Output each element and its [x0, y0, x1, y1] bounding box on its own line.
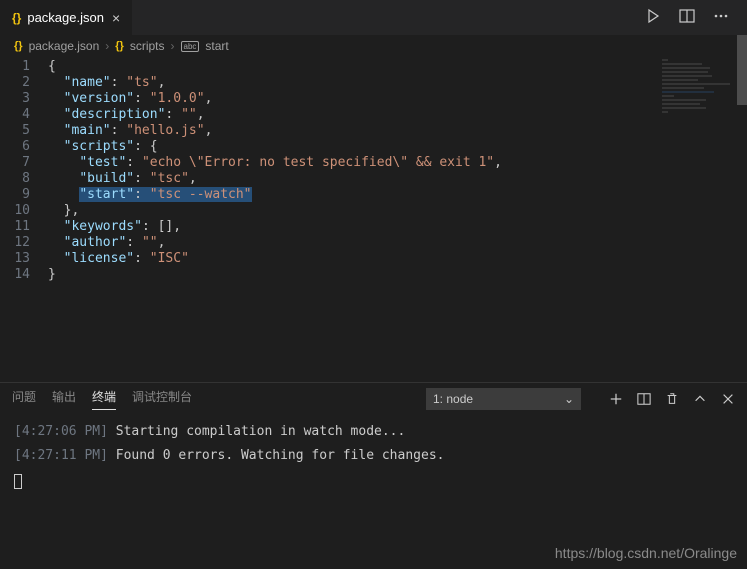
line-number: 8: [0, 171, 30, 187]
breadcrumb[interactable]: {} package.json › {} scripts › abc start: [0, 35, 747, 57]
run-icon[interactable]: [645, 8, 661, 27]
terminal[interactable]: [4:27:06 PM] Starting compilation in wat…: [0, 414, 747, 549]
code-line[interactable]: "test": "echo \"Error: no test specified…: [48, 155, 502, 171]
tab-output[interactable]: 输出: [52, 388, 76, 409]
abc-icon: abc: [181, 41, 200, 52]
line-number: 4: [0, 107, 30, 123]
chevron-right-icon: ›: [105, 39, 109, 53]
terminal-line: [4:27:06 PM] Starting compilation in wat…: [14, 422, 733, 442]
code-line[interactable]: },: [48, 203, 502, 219]
code-content[interactable]: { "name": "ts", "version": "1.0.0", "des…: [48, 57, 502, 382]
tab-debug[interactable]: 调试控制台: [132, 388, 192, 409]
close-icon[interactable]: ×: [110, 10, 122, 26]
tab-terminal[interactable]: 终端: [92, 388, 116, 410]
line-number: 2: [0, 75, 30, 91]
split-terminal-icon[interactable]: [637, 392, 651, 406]
code-line[interactable]: "name": "ts",: [48, 75, 502, 91]
watermark: https://blog.csdn.net/Oralinge: [555, 545, 737, 561]
line-number: 13: [0, 251, 30, 267]
tab-bar: {} package.json ×: [0, 0, 747, 35]
chevron-down-icon: ⌄: [564, 392, 574, 406]
line-number: 12: [0, 235, 30, 251]
tab-package-json[interactable]: {} package.json ×: [0, 0, 133, 35]
line-number: 14: [0, 267, 30, 283]
json-icon: {}: [12, 11, 21, 25]
line-number: 5: [0, 123, 30, 139]
code-line[interactable]: "author": "",: [48, 235, 502, 251]
terminal-selector[interactable]: 1: node ⌄: [426, 388, 581, 410]
code-line[interactable]: }: [48, 267, 502, 283]
tab-problems[interactable]: 问题: [12, 388, 36, 409]
line-number: 10: [0, 203, 30, 219]
panel-bar: 问题 输出 终端 调试控制台 1: node ⌄: [0, 382, 747, 414]
line-number: 7: [0, 155, 30, 171]
code-line[interactable]: "scripts": {: [48, 139, 502, 155]
line-number: 9: [0, 187, 30, 203]
terminal-cursor: [14, 470, 733, 496]
terminal-selector-label: 1: node: [433, 392, 473, 406]
code-line[interactable]: "keywords": [],: [48, 219, 502, 235]
chevron-up-icon[interactable]: [693, 392, 707, 406]
more-icon[interactable]: [713, 8, 729, 27]
breadcrumb-scripts: scripts: [130, 39, 165, 53]
code-line[interactable]: "main": "hello.js",: [48, 123, 502, 139]
editor-actions: [645, 8, 747, 27]
line-number: 11: [0, 219, 30, 235]
code-line[interactable]: "description": "",: [48, 107, 502, 123]
line-number: 6: [0, 139, 30, 155]
code-line[interactable]: {: [48, 59, 502, 75]
line-gutter: 1234567891011121314: [0, 57, 48, 382]
code-line[interactable]: "start": "tsc --watch": [48, 187, 502, 203]
scrollbar[interactable]: [737, 35, 747, 105]
new-terminal-icon[interactable]: [609, 392, 623, 406]
breadcrumb-start: start: [205, 39, 228, 53]
breadcrumb-file: package.json: [29, 39, 100, 53]
braces-icon: {}: [115, 40, 124, 52]
code-line[interactable]: "build": "tsc",: [48, 171, 502, 187]
close-panel-icon[interactable]: [721, 392, 735, 406]
trash-icon[interactable]: [665, 392, 679, 406]
tab-label: package.json: [27, 10, 104, 25]
json-icon: {}: [14, 40, 23, 52]
terminal-line: [4:27:11 PM] Found 0 errors. Watching fo…: [14, 446, 733, 466]
split-editor-icon[interactable]: [679, 8, 695, 27]
line-number: 1: [0, 59, 30, 75]
panel-actions: [609, 392, 735, 406]
chevron-right-icon: ›: [171, 39, 175, 53]
code-line[interactable]: "license": "ISC": [48, 251, 502, 267]
editor[interactable]: 1234567891011121314 { "name": "ts", "ver…: [0, 57, 747, 382]
code-line[interactable]: "version": "1.0.0",: [48, 91, 502, 107]
minimap[interactable]: [662, 59, 737, 119]
line-number: 3: [0, 91, 30, 107]
